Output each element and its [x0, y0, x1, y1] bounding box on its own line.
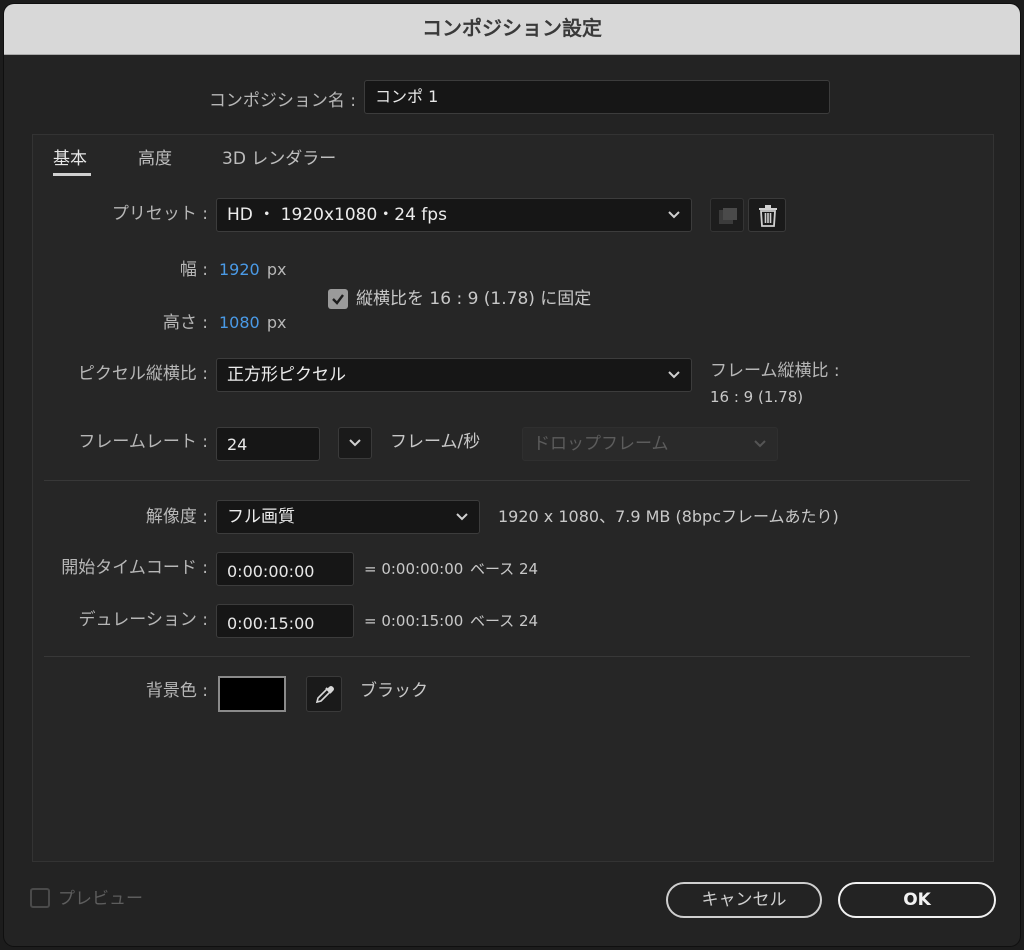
divider: [44, 480, 970, 481]
height-label: 高さ :: [162, 313, 208, 333]
pixel-aspect-select[interactable]: 正方形ピクセル: [216, 358, 692, 392]
title-bar[interactable]: コンポジション設定: [4, 4, 1020, 55]
trash-icon: [758, 205, 778, 231]
preview-label[interactable]: プレビュー: [58, 887, 143, 911]
frame-rate-label: フレームレート :: [78, 432, 208, 452]
height-unit: px: [266, 313, 287, 332]
start-timecode-base: ベース 24: [470, 560, 539, 578]
duration-input[interactable]: 0:00:15:00: [216, 604, 354, 638]
background-color-swatch[interactable]: [218, 676, 286, 712]
resolution-select[interactable]: フル画質: [216, 500, 480, 534]
chevron-down-icon: [348, 428, 362, 462]
composition-settings-dialog: コンポジション設定 コンポジション名 : コンポ 1 基本 高度 3D レンダラ…: [4, 4, 1020, 946]
preview-checkbox[interactable]: [30, 888, 50, 908]
background-color-name: ブラック: [360, 681, 428, 701]
start-timecode-label: 開始タイムコード :: [61, 558, 208, 578]
tab-3d-renderer[interactable]: 3D レンダラー: [222, 147, 336, 171]
frame-aspect-label: フレーム縦横比 :: [710, 361, 840, 381]
comp-name-input[interactable]: コンポ 1: [364, 80, 830, 114]
eyedropper-button[interactable]: [306, 676, 342, 712]
frame-rate-value: 24: [227, 435, 248, 454]
save-preset-button[interactable]: [710, 198, 744, 232]
height-value: 1080: [219, 313, 260, 332]
start-timecode-input[interactable]: 0:00:00:00: [216, 552, 354, 586]
frame-rate-input[interactable]: 24: [216, 427, 320, 461]
chevron-down-icon: [455, 501, 469, 544]
pixel-aspect-label: ピクセル縦横比 :: [77, 364, 208, 384]
tab-advanced[interactable]: 高度: [138, 147, 172, 171]
drop-frame-select[interactable]: ドロップフレーム: [522, 427, 778, 461]
delete-preset-button[interactable]: [748, 198, 786, 232]
duration-label: デュレーション :: [78, 610, 208, 630]
width-label: 幅 :: [179, 260, 208, 280]
chevron-down-icon: [753, 428, 767, 471]
drop-frame-value: ドロップフレーム: [533, 434, 669, 454]
preset-value: HD ・ 1920x1080・24 fps: [227, 205, 447, 225]
width-unit: px: [266, 260, 287, 279]
duration-base: ベース 24: [470, 612, 539, 630]
tab-basic[interactable]: 基本: [53, 147, 87, 171]
settings-panel: [32, 134, 994, 862]
frame-rate-dropdown-button[interactable]: [338, 427, 372, 459]
cancel-button[interactable]: キャンセル: [666, 882, 822, 918]
frame-aspect-value: 16 : 9 (1.78): [710, 388, 804, 406]
dialog-title: コンポジション設定: [422, 16, 602, 40]
comp-name-value: コンポ 1: [375, 87, 439, 106]
comp-name-label: コンポジション名 :: [208, 91, 356, 111]
resolution-label: 解像度 :: [145, 507, 208, 527]
frame-rate-unit: フレーム/秒: [390, 432, 481, 452]
preset-select[interactable]: HD ・ 1920x1080・24 fps: [216, 198, 692, 232]
ok-button[interactable]: OK: [838, 882, 996, 918]
background-color-label: 背景色 :: [145, 681, 208, 701]
chevron-down-icon: [667, 359, 681, 402]
eyedropper-icon: [314, 683, 336, 709]
lock-aspect-label[interactable]: 縦横比を 16 : 9 (1.78) に固定: [356, 287, 591, 311]
lock-aspect-checkbox[interactable]: [328, 289, 348, 309]
height-field[interactable]: 1080 px: [219, 311, 286, 335]
width-value: 1920: [219, 260, 260, 279]
save-preset-icon: [719, 208, 737, 228]
preset-label: プリセット :: [111, 204, 208, 224]
tab-active-underline: [53, 173, 91, 176]
pixel-aspect-value: 正方形ピクセル: [227, 365, 346, 385]
duration-equals: = 0:00:15:00: [364, 612, 464, 630]
width-field[interactable]: 1920 px: [219, 258, 286, 282]
start-timecode-value: 0:00:00:00: [227, 562, 315, 581]
resolution-info: 1920 x 1080、7.9 MB (8bpcフレームあたり): [498, 507, 839, 526]
checkmark-icon: [330, 291, 346, 311]
start-timecode-equals: = 0:00:00:00: [364, 560, 464, 578]
divider: [44, 656, 970, 657]
duration-value: 0:00:15:00: [227, 614, 315, 633]
chevron-down-icon: [667, 199, 681, 242]
resolution-value: フル画質: [227, 507, 295, 527]
